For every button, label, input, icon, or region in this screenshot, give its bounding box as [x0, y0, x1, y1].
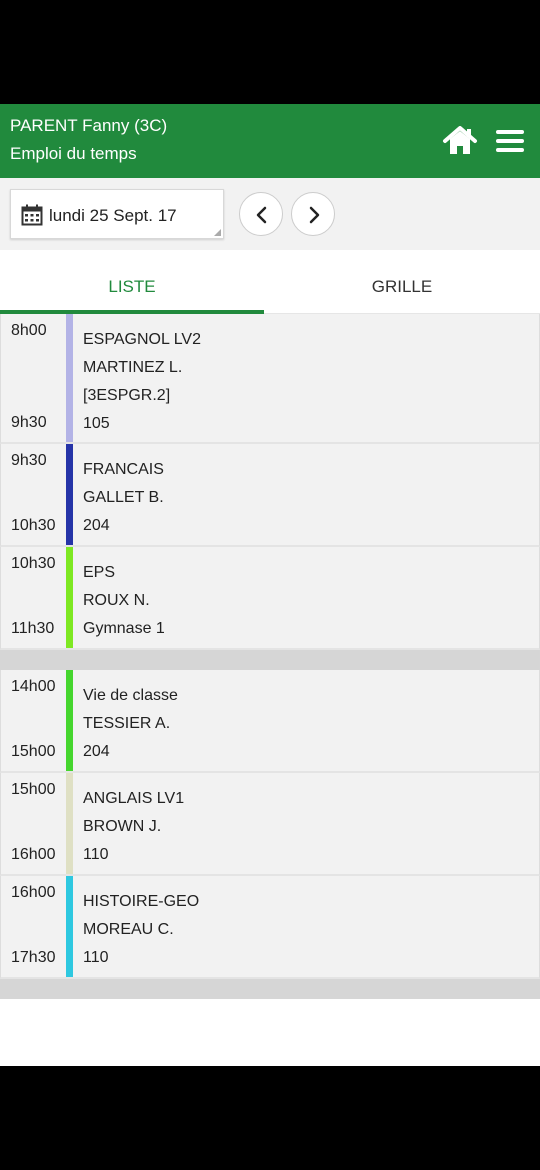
lesson-end-time: 16h00 — [11, 846, 56, 863]
lesson-room: 204 — [83, 517, 110, 534]
lesson-teacher: MARTINEZ L. — [83, 359, 183, 376]
chevron-right-icon — [309, 206, 320, 224]
lesson-row[interactable]: 9h30 10h30 FRANCAIS GALLET B. 204 — [0, 444, 540, 547]
lesson-room: 110 — [83, 949, 109, 966]
hamburger-menu-icon — [496, 139, 524, 143]
lesson-start-time: 10h30 — [11, 555, 56, 572]
subject-color-bar — [66, 876, 73, 977]
status-bar-area — [0, 0, 540, 104]
lesson-details: HISTOIRE-GEO MOREAU C. 110 — [83, 888, 199, 972]
menu-button[interactable] — [496, 128, 526, 154]
lesson-subject: Vie de classe — [83, 687, 178, 704]
lesson-start-time: 8h00 — [11, 322, 47, 339]
subject-color-bar — [66, 773, 73, 874]
lesson-row[interactable]: 15h00 16h00 ANGLAIS LV1 BROWN J. 110 — [0, 773, 540, 876]
subject-color-bar — [66, 547, 73, 648]
lesson-subject: ESPAGNOL LV2 — [83, 331, 201, 348]
lesson-teacher: TESSIER A. — [83, 715, 171, 732]
selected-date: lundi 25 Sept. 17 — [49, 206, 177, 225]
subject-color-bar — [66, 670, 73, 771]
lesson-end-time: 11h30 — [11, 620, 55, 637]
lesson-teacher: GALLET B. — [83, 489, 164, 506]
lesson-details: EPS ROUX N. Gymnase 1 — [83, 559, 165, 643]
lesson-start-time: 15h00 — [11, 781, 56, 798]
lesson-subject: HISTOIRE-GEO — [83, 893, 200, 910]
subject-color-bar — [66, 444, 73, 545]
lesson-details: Vie de classe TESSIER A. 204 — [83, 682, 178, 766]
lesson-row[interactable]: 16h00 17h30 HISTOIRE-GEO MOREAU C. 110 — [0, 876, 540, 979]
hamburger-menu-icon — [496, 130, 524, 134]
lesson-end-time: 17h30 — [11, 949, 56, 966]
lesson-row[interactable]: 14h00 15h00 Vie de classe TESSIER A. 204 — [0, 670, 540, 773]
lesson-teacher: ROUX N. — [83, 592, 150, 609]
lesson-end-time: 10h30 — [11, 517, 56, 534]
lesson-end-time: 9h30 — [11, 414, 47, 431]
lesson-details: FRANCAIS GALLET B. 204 — [83, 456, 164, 540]
date-navigation: lundi 25 Sept. 17 — [0, 178, 540, 250]
lesson-list: 8h00 9h30 ESPAGNOL LV2 MARTINEZ L. [3ESP… — [0, 314, 540, 999]
lesson-room: 204 — [83, 743, 110, 760]
lesson-start-time: 14h00 — [11, 678, 56, 695]
next-day-button[interactable] — [291, 192, 335, 236]
subject-color-bar — [66, 314, 73, 442]
lesson-start-time: 9h30 — [11, 452, 47, 469]
lesson-row[interactable]: 10h30 11h30 EPS ROUX N. Gymnase 1 — [0, 547, 540, 650]
home-button[interactable] — [442, 126, 478, 156]
lesson-subject: FRANCAIS — [83, 461, 164, 478]
calendar-icon — [21, 204, 43, 226]
hamburger-menu-icon — [496, 148, 524, 152]
student-name: PARENT Fanny (3C) — [10, 116, 168, 135]
lesson-details: ANGLAIS LV1 BROWN J. 110 — [83, 785, 184, 869]
lesson-row[interactable]: 8h00 9h30 ESPAGNOL LV2 MARTINEZ L. [3ESP… — [0, 314, 540, 444]
navigation-bar-area — [0, 1066, 540, 1170]
lesson-end-time: 15h00 — [11, 743, 56, 760]
lesson-teacher: MOREAU C. — [83, 921, 174, 938]
end-of-day-separator — [0, 979, 540, 999]
lesson-room: 105 — [83, 415, 110, 432]
lesson-room: 110 — [83, 846, 109, 863]
previous-day-button[interactable] — [239, 192, 283, 236]
date-picker[interactable]: lundi 25 Sept. 17 — [10, 189, 224, 239]
lesson-details: ESPAGNOL LV2 MARTINEZ L. [3ESPGR.2] 105 — [83, 326, 201, 438]
lesson-subject: EPS — [83, 564, 116, 581]
lesson-teacher: BROWN J. — [83, 818, 162, 835]
app-screen: PARENT Fanny (3C) Emploi du temps lundi … — [0, 104, 540, 1066]
view-tabs: LISTE GRILLE — [0, 250, 540, 314]
app-header: PARENT Fanny (3C) Emploi du temps — [0, 104, 540, 178]
resize-corner — [214, 229, 221, 236]
lesson-subject: ANGLAIS LV1 — [83, 790, 185, 807]
page-title: Emploi du temps — [10, 144, 137, 163]
lesson-group: [3ESPGR.2] — [83, 387, 171, 404]
lesson-room: Gymnase 1 — [83, 620, 165, 637]
tab-liste[interactable]: LISTE — [0, 250, 264, 314]
home-icon — [443, 126, 477, 154]
lesson-start-time: 16h00 — [11, 884, 56, 901]
tab-grille[interactable]: GRILLE — [270, 250, 534, 314]
chevron-left-icon — [256, 206, 267, 224]
lunch-break-separator — [0, 650, 540, 670]
